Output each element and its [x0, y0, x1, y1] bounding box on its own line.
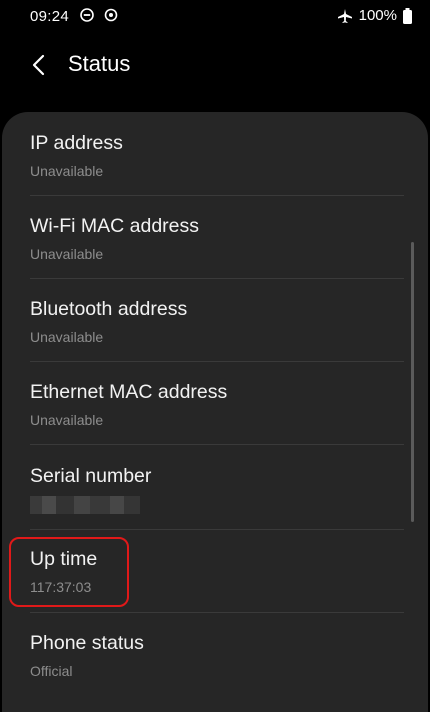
item-value: Unavailable: [30, 329, 104, 345]
battery-icon: [403, 7, 412, 24]
item-label: Bluetooth address: [30, 298, 188, 320]
list-item-serial-number[interactable]: Serial number: [30, 465, 404, 516]
status-bar: 09:24 100%: [0, 0, 430, 32]
item-value: Unavailable: [30, 246, 104, 262]
serial-number-masked-value: [30, 496, 140, 516]
up-time-highlight-box: [9, 537, 129, 607]
divider: [30, 278, 404, 279]
status-time: 09:24: [30, 8, 70, 25]
list-item-wifi-mac-address[interactable]: Wi-Fi MAC address Unavailable: [30, 215, 404, 262]
item-label: Serial number: [30, 465, 152, 487]
list-item-ip-address[interactable]: IP address Unavailable: [30, 132, 404, 179]
item-value: Unavailable: [30, 412, 104, 428]
status-list: IP address Unavailable Wi-Fi MAC address…: [2, 112, 428, 712]
app-bar: Status: [0, 40, 430, 90]
page-title: Status: [68, 51, 131, 76]
divider: [30, 195, 404, 196]
item-label: Wi-Fi MAC address: [30, 215, 200, 237]
back-arrow-icon[interactable]: [24, 50, 54, 80]
battery-percentage: 100%: [358, 7, 397, 24]
item-label: Phone status: [30, 632, 144, 654]
list-item-phone-status[interactable]: Phone status Official: [30, 632, 404, 679]
divider: [30, 529, 404, 530]
divider: [30, 612, 404, 613]
list-item-bluetooth-address[interactable]: Bluetooth address Unavailable: [30, 298, 404, 345]
scrollbar[interactable]: [411, 242, 414, 522]
item-value: Official: [30, 663, 73, 679]
sync-icon: [104, 8, 118, 22]
item-label: IP address: [30, 132, 123, 154]
divider: [30, 361, 404, 362]
do-not-disturb-icon: [80, 8, 94, 22]
item-value: Unavailable: [30, 163, 104, 179]
airplane-icon: [337, 8, 352, 23]
list-item-ethernet-mac-address[interactable]: Ethernet MAC address Unavailable: [30, 381, 404, 428]
item-label: Ethernet MAC address: [30, 381, 228, 403]
divider: [30, 444, 404, 445]
